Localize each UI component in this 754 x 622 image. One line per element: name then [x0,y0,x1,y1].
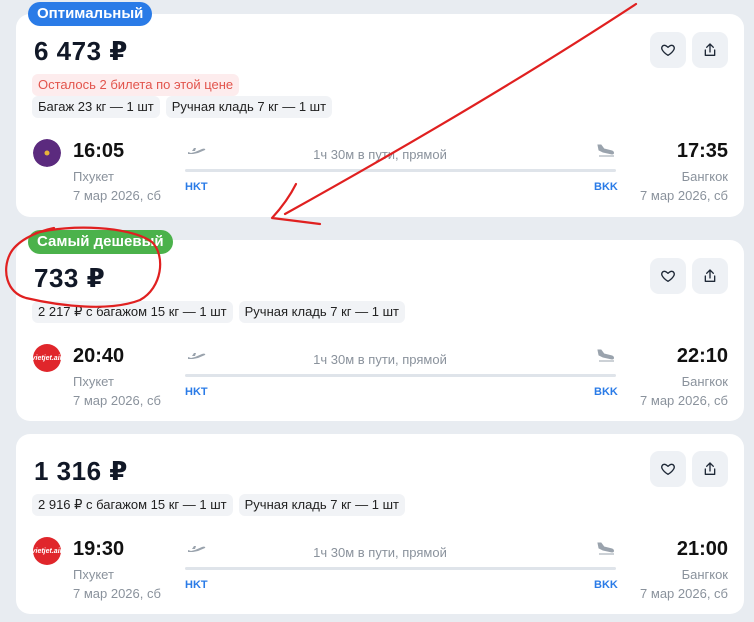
arrival-city: Бангкок [681,374,728,389]
share-button[interactable] [692,32,728,68]
arrival-date: 7 мар 2026, сб [640,393,728,408]
flight-segment: vietjet.air 20:40 Пхукет 7 мар 2026, сб … [16,344,744,414]
heart-icon [661,270,675,282]
ticket-price: 1 316 ₽ [34,456,128,486]
departure-airport-code: HKT [185,181,208,193]
share-button[interactable] [692,258,728,294]
hand-luggage-tag: Ручная кладь 7 кг — 1 шт [238,494,405,516]
seats-left-warning: Осталось 2 билета по этой цене [32,74,240,96]
favorite-button[interactable] [650,451,686,487]
baggage-tag: Багаж 23 кг — 1 шт [32,96,160,118]
ticket-card[interactable]: 1 316 ₽ 2 916 ₽ с багажом 15 кг — 1 шт Р… [16,434,744,614]
share-button[interactable] [692,451,728,487]
departure-city: Пхукет [73,374,114,389]
flight-duration: 1ч 30м в пути, прямой [313,147,447,162]
flight-duration: 1ч 30м в пути, прямой [313,545,447,560]
departure-date: 7 мар 2026, сб [73,188,161,203]
baggage-price-tag: 2 217 ₽ с багажом 15 кг — 1 шт [32,301,233,323]
duration-bar [185,169,616,172]
arrival-time: 22:10 [676,345,728,367]
arrival-city: Бангкок [681,169,728,184]
cheapest-badge: Самый дешевый [28,230,173,254]
baggage-price-tag: 2 916 ₽ с багажом 15 кг — 1 шт [32,494,233,516]
hand-luggage-tag: Ручная кладь 7 кг — 1 шт [238,301,405,323]
arrival-date: 7 мар 2026, сб [640,586,728,601]
ticket-price: 733 ₽ [34,263,106,293]
departure-date: 7 мар 2026, сб [73,586,161,601]
arrival-airport-code: BKK [594,181,618,193]
share-icon [704,43,716,56]
arrival-date: 7 мар 2026, сб [640,188,728,203]
flight-duration: 1ч 30м в пути, прямой [313,352,447,367]
ticket-card[interactable]: Оптимальный 6 473 ₽ Осталось 2 билета по… [16,2,744,217]
arrival-time: 17:35 [676,140,728,162]
landing-icon [597,349,614,362]
arrival-city: Бангкок [681,567,728,582]
heart-icon [661,463,675,475]
duration-bar [185,567,616,570]
ticket-price: 6 473 ₽ [34,36,128,66]
landing-icon [597,144,614,157]
share-icon [704,462,716,475]
heart-icon [661,44,675,56]
departure-airport-code: HKT [185,386,208,398]
duration-bar [185,374,616,377]
favorite-button[interactable] [650,32,686,68]
share-icon [704,269,716,282]
landing-icon [597,542,614,555]
departure-airport-code: HKT [185,579,208,591]
flight-segment: vietjet.air 19:30 Пхукет 7 мар 2026, сб … [16,537,744,607]
departure-city: Пхукет [73,567,114,582]
ticket-card[interactable]: Самый дешевый 733 ₽ 2 217 ₽ с багажом 15… [16,230,744,421]
hand-luggage-tag: Ручная кладь 7 кг — 1 шт [165,96,333,118]
favorite-button[interactable] [650,258,686,294]
arrival-airport-code: BKK [594,386,618,398]
arrival-airport-code: BKK [594,579,618,591]
arrival-time: 21:00 [676,538,728,560]
optimal-badge: Оптимальный [28,2,153,26]
departure-city: Пхукет [73,169,114,184]
departure-date: 7 мар 2026, сб [73,393,161,408]
flight-segment: 16:05 Пхукет 7 мар 2026, сб 1ч 30м в пут… [16,139,744,209]
